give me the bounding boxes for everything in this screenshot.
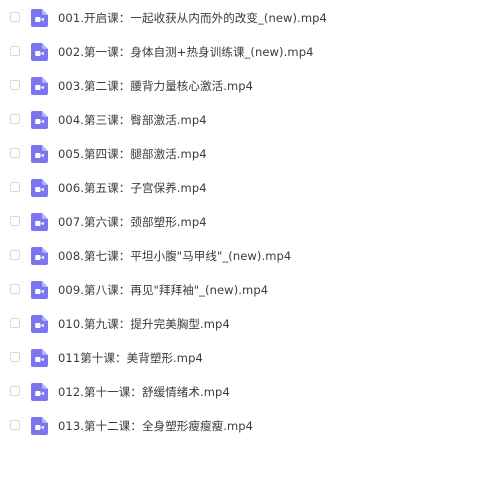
row-checkbox[interactable]: [10, 148, 20, 158]
file-name[interactable]: 001.开启课：一起收获从内而外的改变_(new).mp4: [58, 1, 327, 35]
file-row[interactable]: 007.第六课：颈部塑形.mp4: [0, 205, 478, 239]
video-file-icon: [31, 213, 48, 231]
file-name[interactable]: 003.第二课：腰背力量核心激活.mp4: [58, 69, 253, 103]
file-name[interactable]: 006.第五课：子宫保养.mp4: [58, 171, 207, 205]
file-name[interactable]: 013.第十二课：全身塑形瘦瘦瘦.mp4: [58, 409, 253, 443]
row-checkbox[interactable]: [10, 352, 20, 362]
file-name[interactable]: 005.第四课：腿部激活.mp4: [58, 137, 207, 171]
file-row[interactable]: 013.第十二课：全身塑形瘦瘦瘦.mp4: [0, 409, 478, 443]
row-checkbox[interactable]: [10, 420, 20, 430]
row-checkbox[interactable]: [10, 250, 20, 260]
row-checkbox[interactable]: [10, 12, 20, 22]
file-row[interactable]: 002.第一课：身体自测+热身训练课_(new).mp4: [0, 35, 478, 69]
video-file-icon: [31, 77, 48, 95]
file-row[interactable]: 003.第二课：腰背力量核心激活.mp4: [0, 69, 478, 103]
row-checkbox[interactable]: [10, 284, 20, 294]
file-list: 001.开启课：一起收获从内而外的改变_(new).mp4 002.第一课：身体…: [0, 0, 478, 496]
file-row[interactable]: 011第十课：美背塑形.mp4: [0, 341, 478, 375]
file-row[interactable]: 012.第十一课：舒缓情绪术.mp4: [0, 375, 478, 409]
file-name[interactable]: 007.第六课：颈部塑形.mp4: [58, 205, 207, 239]
video-file-icon: [31, 145, 48, 163]
video-file-icon: [31, 247, 48, 265]
file-name[interactable]: 011第十课：美背塑形.mp4: [58, 341, 203, 375]
file-row[interactable]: 006.第五课：子宫保养.mp4: [0, 171, 478, 205]
row-checkbox[interactable]: [10, 216, 20, 226]
file-name[interactable]: 004.第三课：臀部激活.mp4: [58, 103, 207, 137]
row-checkbox[interactable]: [10, 114, 20, 124]
file-name[interactable]: 009.第八课：再见"拜拜袖"_(new).mp4: [58, 273, 268, 307]
video-file-icon: [31, 43, 48, 61]
file-name[interactable]: 002.第一课：身体自测+热身训练课_(new).mp4: [58, 35, 314, 69]
video-file-icon: [31, 9, 48, 27]
video-file-icon: [31, 315, 48, 333]
file-name[interactable]: 012.第十一课：舒缓情绪术.mp4: [58, 375, 230, 409]
file-row[interactable]: 010.第九课：提升完美胸型.mp4: [0, 307, 478, 341]
file-row[interactable]: 005.第四课：腿部激活.mp4: [0, 137, 478, 171]
file-row[interactable]: 008.第七课：平坦小腹"马甲线"_(new).mp4: [0, 239, 478, 273]
file-name[interactable]: 008.第七课：平坦小腹"马甲线"_(new).mp4: [58, 239, 291, 273]
video-file-icon: [31, 111, 48, 129]
row-checkbox[interactable]: [10, 182, 20, 192]
row-checkbox[interactable]: [10, 386, 20, 396]
row-checkbox[interactable]: [10, 318, 20, 328]
row-checkbox[interactable]: [10, 80, 20, 90]
file-row[interactable]: 001.开启课：一起收获从内而外的改变_(new).mp4: [0, 1, 478, 35]
file-row[interactable]: 009.第八课：再见"拜拜袖"_(new).mp4: [0, 273, 478, 307]
video-file-icon: [31, 383, 48, 401]
row-checkbox[interactable]: [10, 46, 20, 56]
file-name[interactable]: 010.第九课：提升完美胸型.mp4: [58, 307, 230, 341]
video-file-icon: [31, 281, 48, 299]
file-row[interactable]: 004.第三课：臀部激活.mp4: [0, 103, 478, 137]
video-file-icon: [31, 417, 48, 435]
video-file-icon: [31, 179, 48, 197]
video-file-icon: [31, 349, 48, 367]
